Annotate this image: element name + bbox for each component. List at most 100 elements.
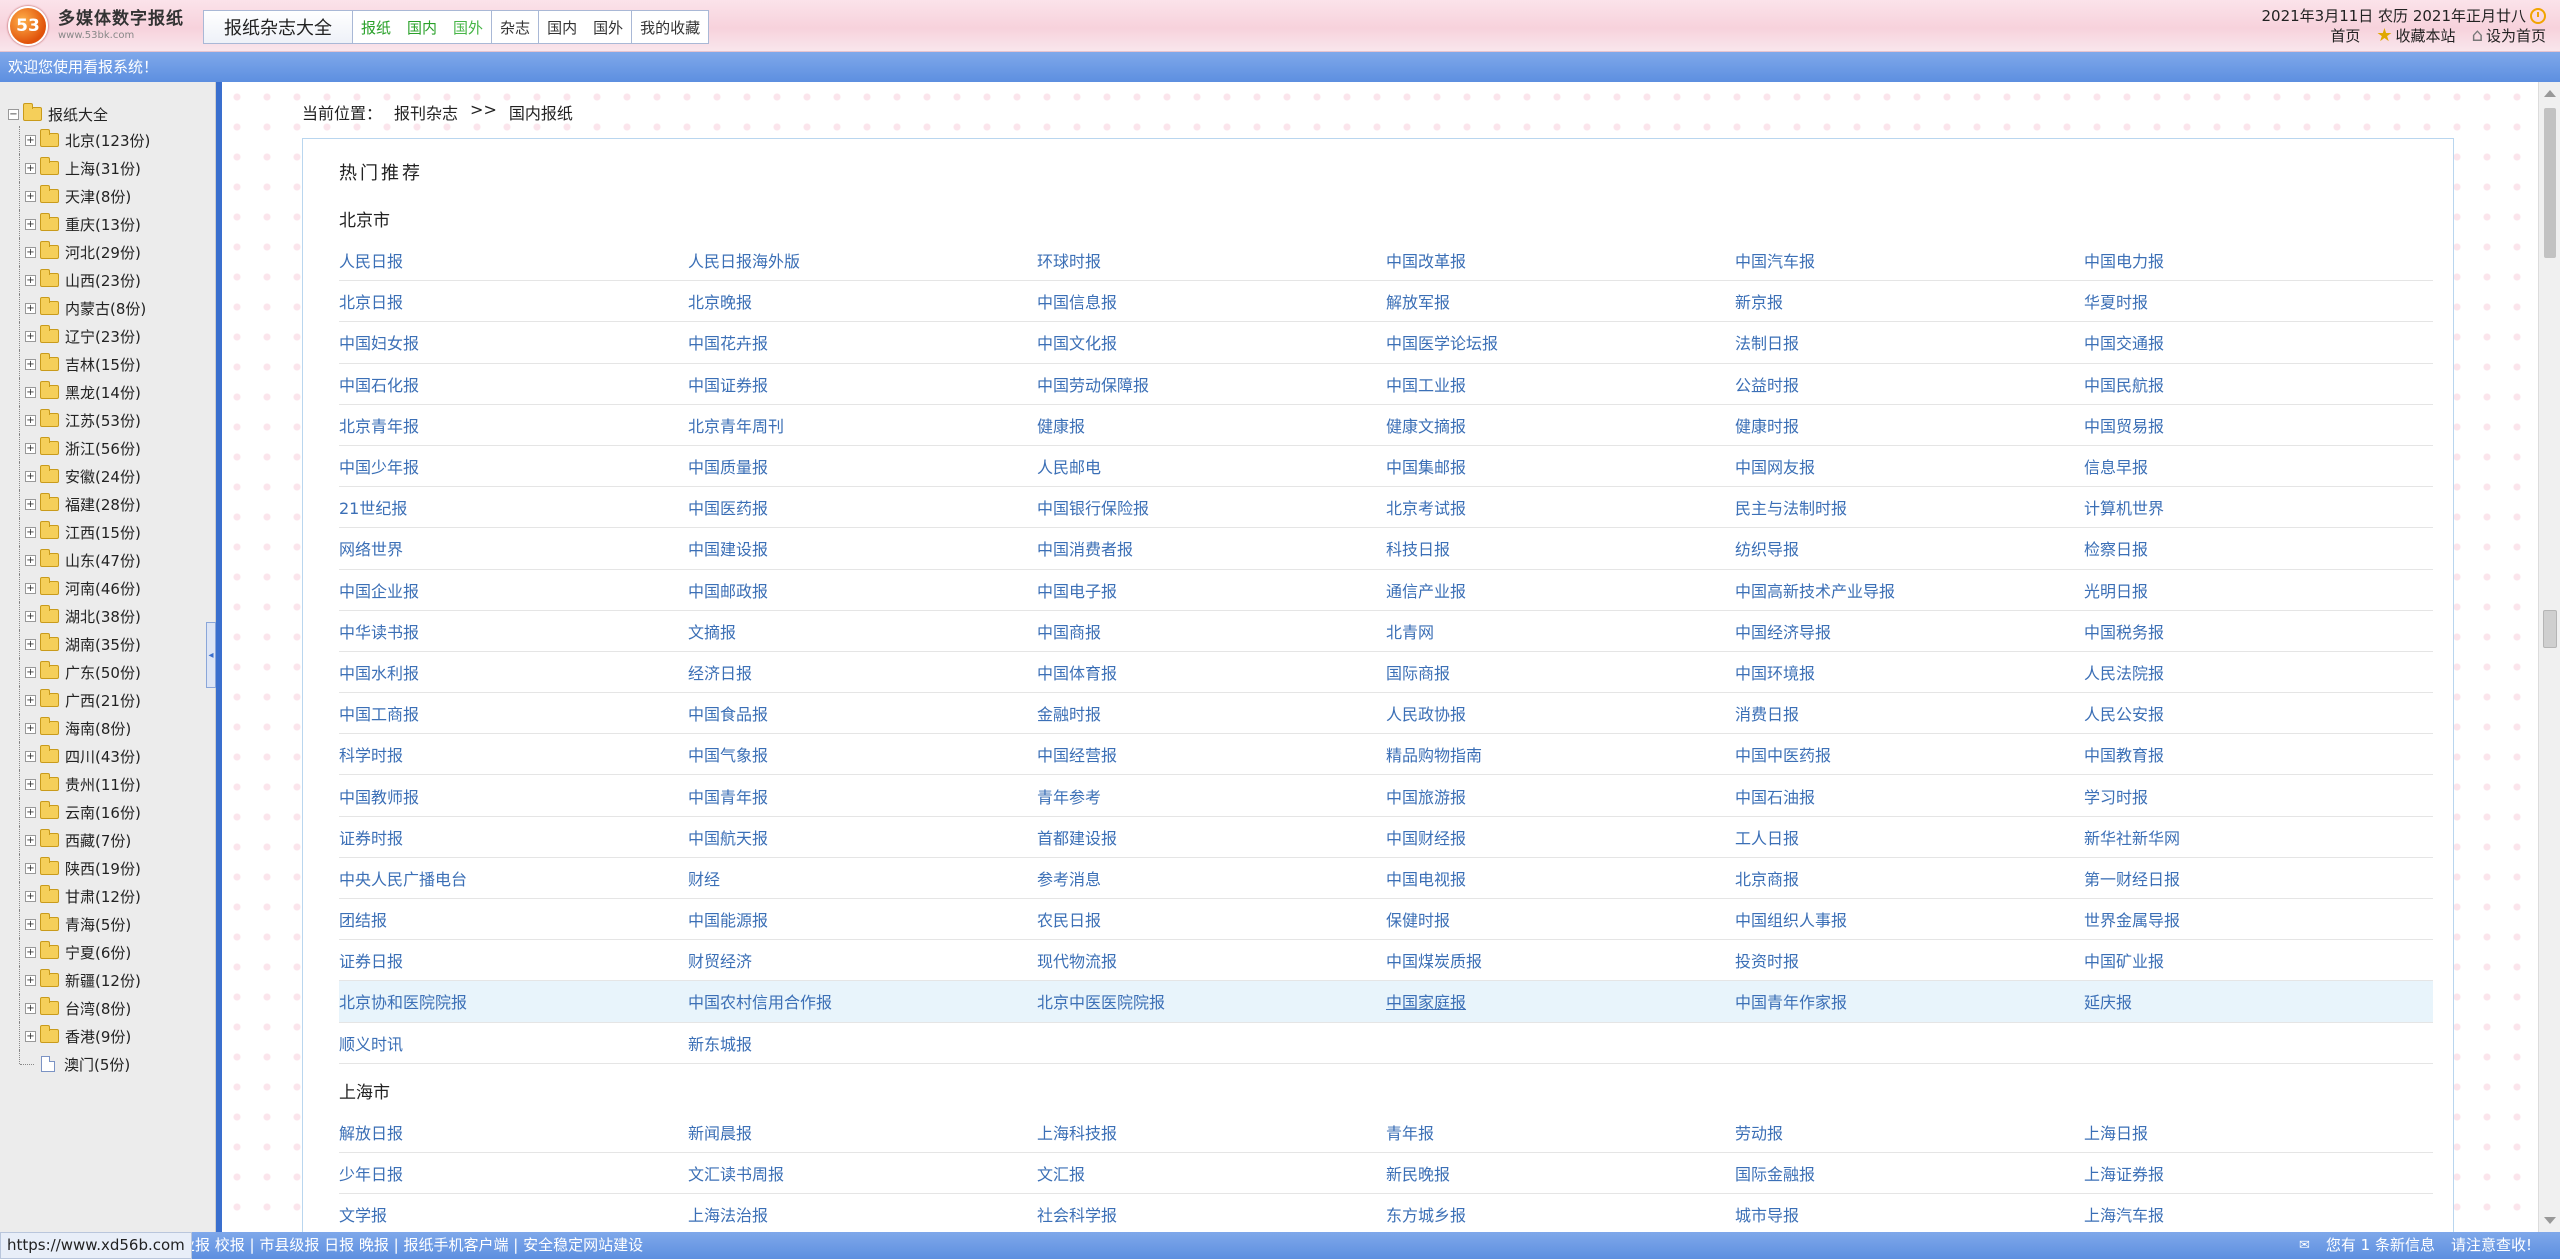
newspaper-link[interactable]: 中国银行保险报	[1037, 495, 1386, 519]
newspaper-link[interactable]: 工人日报	[1735, 825, 2084, 849]
newspaper-link[interactable]: 顺义时讯	[339, 1031, 688, 1055]
newspaper-link[interactable]: 中国质量报	[688, 454, 1037, 478]
newspaper-link[interactable]: 上海证券报	[2084, 1161, 2433, 1185]
tree-item[interactable]: + 吉林(15份)	[0, 350, 215, 378]
tree-item[interactable]: + 黑龙(14份)	[0, 378, 215, 406]
tree-item[interactable]: + 湖北(38份)	[0, 602, 215, 630]
expand-icon[interactable]: +	[25, 554, 36, 566]
newspaper-link[interactable]: 中国汽车报	[1735, 248, 2084, 272]
breadcrumb-level1[interactable]: 报刊杂志	[394, 100, 458, 124]
newspaper-link[interactable]: 延庆报	[2084, 989, 2433, 1013]
newspaper-link[interactable]: 人民政协报	[1386, 701, 1735, 725]
expand-icon[interactable]: +	[25, 498, 36, 510]
newspaper-link[interactable]: 第一财经日报	[2084, 866, 2433, 890]
newspaper-link[interactable]: 新华社新华网	[2084, 825, 2433, 849]
newspaper-link[interactable]: 通信产业报	[1386, 578, 1735, 602]
newspaper-link[interactable]: 中国工商报	[339, 701, 688, 725]
newspaper-link[interactable]: 中国电视报	[1386, 866, 1735, 890]
newspaper-link[interactable]: 中国税务报	[2084, 619, 2433, 643]
bottom-ticker[interactable]: 业报 校报 | 市县级报 日报 晚报 | 报纸手机客户端 | 安全稳定网站建设	[180, 1232, 643, 1259]
expand-icon[interactable]: +	[25, 162, 36, 174]
newspaper-link[interactable]: 证券日报	[339, 948, 688, 972]
newspaper-link[interactable]: 北京中医医院院报	[1037, 989, 1386, 1013]
tree-item-macau[interactable]: 澳门(5份)	[0, 1050, 215, 1078]
expand-icon[interactable]: +	[25, 974, 36, 986]
expand-icon[interactable]: +	[25, 834, 36, 846]
newspaper-link[interactable]: 北京考试报	[1386, 495, 1735, 519]
expand-icon[interactable]: +	[25, 414, 36, 426]
site-logo[interactable]: 53 多媒体数字报纸 www.53bk.com	[8, 6, 184, 46]
expand-icon[interactable]: +	[25, 638, 36, 650]
newspaper-link[interactable]: 检察日报	[2084, 536, 2433, 560]
tree-item[interactable]: + 内蒙古(8份)	[0, 294, 215, 322]
newspaper-link[interactable]: 财贸经济	[688, 948, 1037, 972]
new-message-notice[interactable]: 您有 1 条新信息	[2326, 1232, 2435, 1259]
set-home-link[interactable]: ⌂ 设为首页	[2472, 26, 2546, 46]
tree-item[interactable]: + 广东(50份)	[0, 658, 215, 686]
newspaper-link[interactable]: 保健时报	[1386, 907, 1735, 931]
newspaper-link[interactable]: 人民公安报	[2084, 701, 2433, 725]
newspaper-link[interactable]: 公益时报	[1735, 372, 2084, 396]
newspaper-link[interactable]: 现代物流报	[1037, 948, 1386, 972]
expand-icon[interactable]: +	[25, 582, 36, 594]
newspaper-link[interactable]: 证券时报	[339, 825, 688, 849]
newspaper-link[interactable]: 社会科学报	[1037, 1202, 1386, 1226]
newspaper-link[interactable]: 文汇报	[1037, 1161, 1386, 1185]
newspaper-link[interactable]: 东方城乡报	[1386, 1202, 1735, 1226]
newspaper-link[interactable]: 中国体育报	[1037, 660, 1386, 684]
expand-icon[interactable]: +	[25, 470, 36, 482]
newspaper-link[interactable]: 人民邮电	[1037, 454, 1386, 478]
breadcrumb-level2[interactable]: 国内报纸	[509, 100, 573, 124]
scroll-down-icon[interactable]	[2544, 1217, 2556, 1224]
tree-item[interactable]: + 江西(15份)	[0, 518, 215, 546]
newspaper-link[interactable]: 北京青年周刊	[688, 413, 1037, 437]
expand-icon[interactable]: +	[25, 666, 36, 678]
newspaper-link[interactable]: 金融时报	[1037, 701, 1386, 725]
tree-item[interactable]: + 湖南(35份)	[0, 630, 215, 658]
newspaper-link[interactable]: 中国建设报	[688, 536, 1037, 560]
tree-item[interactable]: + 上海(31份)	[0, 154, 215, 182]
newspaper-link[interactable]: 北京晚报	[688, 289, 1037, 313]
newspaper-link[interactable]: 参考消息	[1037, 866, 1386, 890]
newspaper-link[interactable]: 中国邮政报	[688, 578, 1037, 602]
newspaper-link[interactable]: 计算机世界	[2084, 495, 2433, 519]
newspaper-link[interactable]: 中国交通报	[2084, 330, 2433, 354]
newspaper-link[interactable]: 上海法治报	[688, 1202, 1037, 1226]
newspaper-link[interactable]: 北京商报	[1735, 866, 2084, 890]
newspaper-link[interactable]: 中国劳动保障报	[1037, 372, 1386, 396]
newspaper-link[interactable]: 中国食品报	[688, 701, 1037, 725]
newspaper-link[interactable]: 光明日报	[2084, 578, 2433, 602]
newspaper-link[interactable]: 中国少年报	[339, 454, 688, 478]
newspaper-link[interactable]: 财经	[688, 866, 1037, 890]
newspaper-link[interactable]: 网络世界	[339, 536, 688, 560]
newspaper-link[interactable]: 世界金属导报	[2084, 907, 2433, 931]
expand-icon[interactable]: +	[25, 862, 36, 874]
newspaper-link[interactable]: 新闻晨报	[688, 1120, 1037, 1144]
newspaper-link[interactable]: 中国石油报	[1735, 784, 2084, 808]
tree-root[interactable]: − 报纸大全	[0, 102, 215, 126]
expand-icon[interactable]: +	[25, 134, 36, 146]
expand-icon[interactable]: +	[25, 750, 36, 762]
tree-item[interactable]: + 甘肃(12份)	[0, 882, 215, 910]
newspaper-link[interactable]: 中国青年作家报	[1735, 989, 2084, 1013]
newspaper-link[interactable]: 新东城报	[688, 1031, 1037, 1055]
tree-item[interactable]: + 福建(28份)	[0, 490, 215, 518]
newspaper-link[interactable]: 环球时报	[1037, 248, 1386, 272]
newspaper-link[interactable]: 消费日报	[1735, 701, 2084, 725]
expand-icon[interactable]: +	[25, 442, 36, 454]
expand-icon[interactable]: +	[25, 778, 36, 790]
tree-item[interactable]: + 贵州(11份)	[0, 770, 215, 798]
collapse-icon[interactable]: −	[8, 108, 19, 120]
newspaper-link[interactable]: 中国环境报	[1735, 660, 2084, 684]
tree-item[interactable]: + 北京(123份)	[0, 126, 215, 154]
newspaper-link[interactable]: 中国教师报	[339, 784, 688, 808]
expand-icon[interactable]: +	[25, 1002, 36, 1014]
newspaper-link[interactable]: 解放军报	[1386, 289, 1735, 313]
expand-icon[interactable]: +	[25, 246, 36, 258]
message-icon[interactable]: ✉	[2299, 1232, 2310, 1259]
tree-item[interactable]: + 海南(8份)	[0, 714, 215, 742]
expand-icon[interactable]: +	[25, 274, 36, 286]
nav-newspaper-foreign[interactable]: 国外	[445, 17, 491, 38]
tree-item[interactable]: + 宁夏(6份)	[0, 938, 215, 966]
expand-icon[interactable]: +	[25, 358, 36, 370]
